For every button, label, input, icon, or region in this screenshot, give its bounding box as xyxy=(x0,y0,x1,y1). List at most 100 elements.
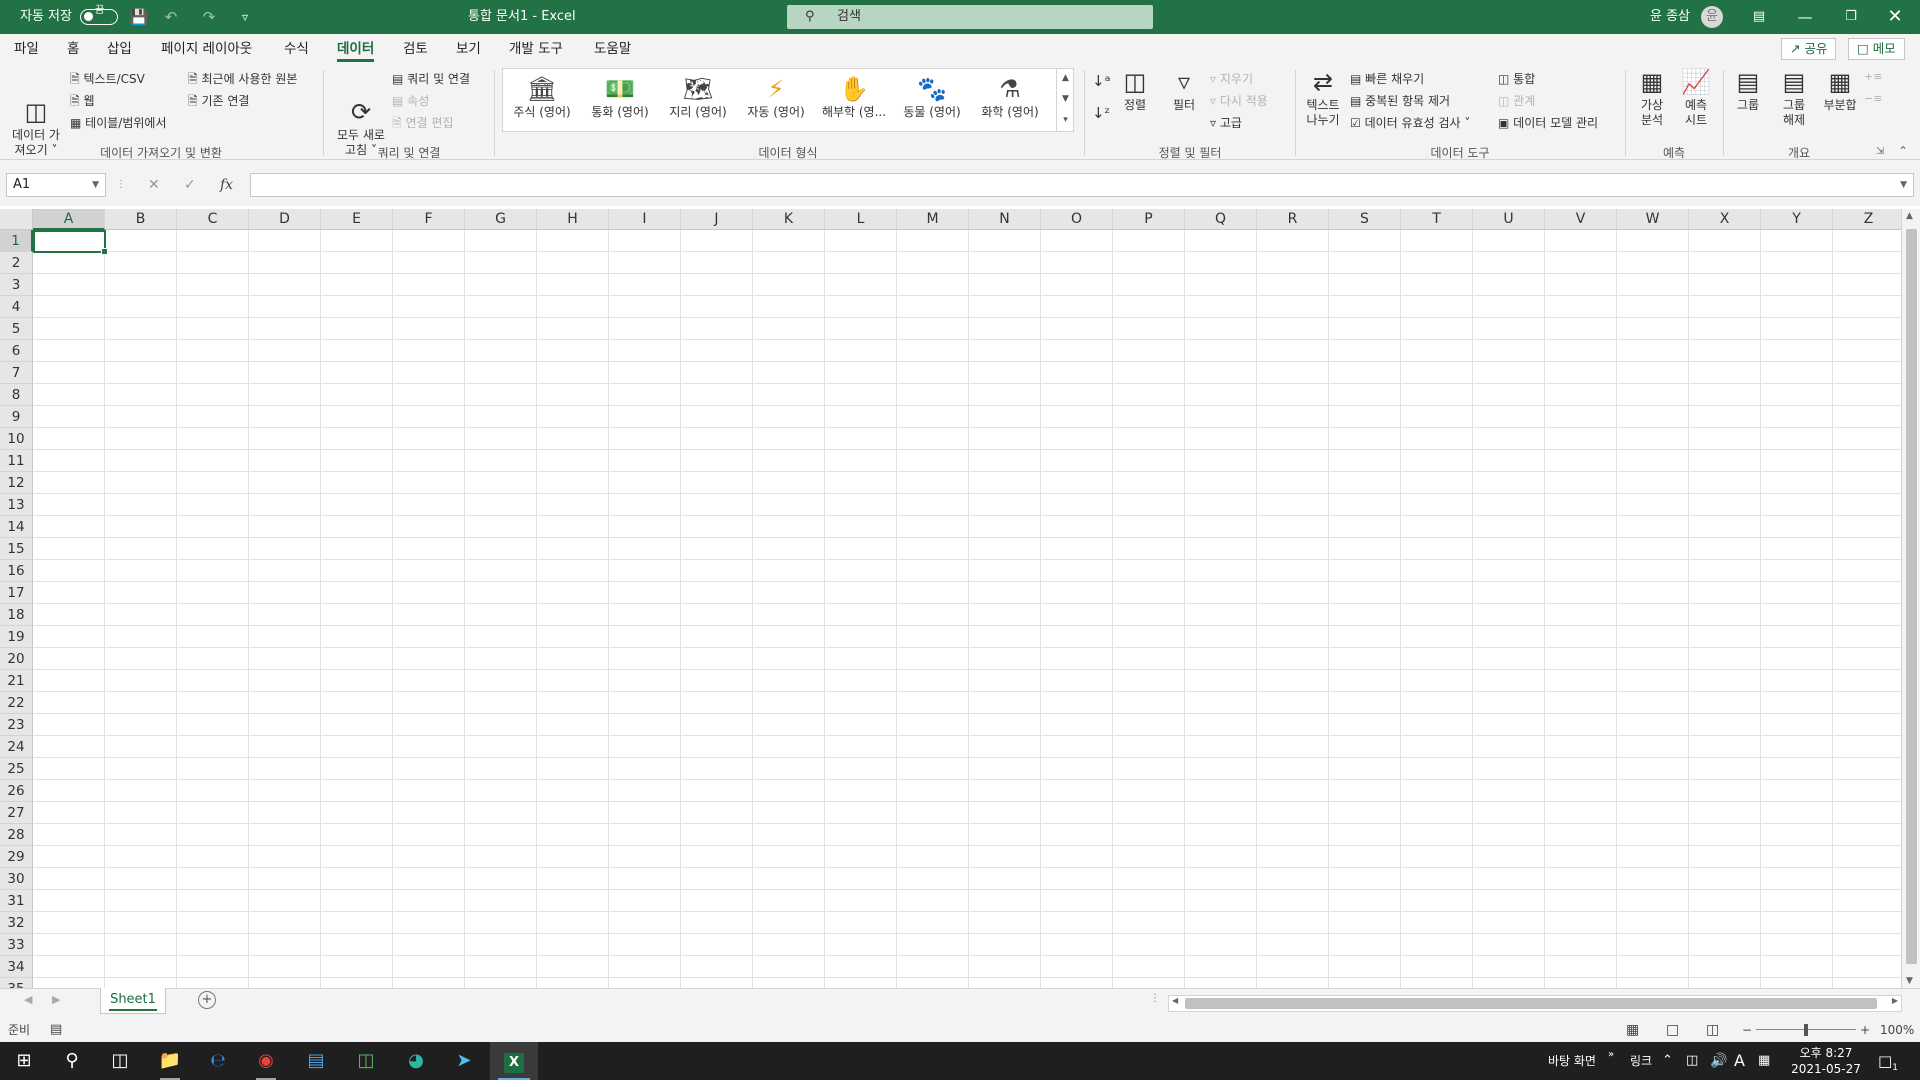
customize-quick-access-icon[interactable]: ▿ xyxy=(234,0,256,34)
expand-formula-icon[interactable]: ▼ xyxy=(1900,174,1907,196)
consolidate-button[interactable]: ◫ 통합 xyxy=(1498,70,1535,87)
internet-explorer-icon[interactable]: ℮ xyxy=(194,1042,242,1080)
row-header[interactable]: 11 xyxy=(0,450,33,472)
tab-data[interactable]: 데이터 xyxy=(337,34,375,64)
sort-az-icon[interactable]: ↓ᵃ xyxy=(1092,72,1110,90)
collapse-ribbon-icon[interactable]: ⌃ xyxy=(1898,144,1908,158)
text-to-columns-button[interactable]: ⇄ 텍스트 나누기 xyxy=(1300,68,1346,128)
clear-button[interactable]: ▿ 지우기 xyxy=(1210,70,1253,87)
row-header[interactable]: 14 xyxy=(0,516,33,538)
horizontal-scrollbar[interactable]: ◀ ▶ xyxy=(1168,995,1902,1012)
dialog-launcher-icon[interactable]: ⇲ xyxy=(1876,146,1884,157)
tab-file[interactable]: 파일 xyxy=(14,34,39,64)
horizontal-scroll-thumb[interactable] xyxy=(1185,998,1877,1009)
group-button[interactable]: ▤ 그룹 xyxy=(1728,68,1768,113)
battery-icon[interactable]: ◫ xyxy=(1686,1042,1698,1080)
column-header[interactable]: F xyxy=(393,209,465,230)
column-header[interactable]: E xyxy=(321,209,393,230)
row-header[interactable]: 3 xyxy=(0,274,33,296)
sort-button[interactable]: ◫ 정렬 xyxy=(1118,68,1152,113)
tray-expand-icon[interactable]: ⌃ xyxy=(1662,1042,1673,1080)
geography-type[interactable]: 🗺 지리 (영어) xyxy=(659,69,737,131)
splitter-icon[interactable]: ⋮ xyxy=(1150,993,1160,1004)
notification-icon[interactable]: □1 xyxy=(1878,1042,1898,1080)
row-header[interactable]: 4 xyxy=(0,296,33,318)
task-view-icon[interactable]: ◫ xyxy=(96,1042,144,1080)
search-box[interactable]: ⚲ 검색 xyxy=(787,5,1153,29)
column-header[interactable]: P xyxy=(1113,209,1185,230)
column-header[interactable]: Q xyxy=(1185,209,1257,230)
row-header[interactable]: 22 xyxy=(0,692,33,714)
prev-sheet-icon[interactable]: ◀ xyxy=(24,993,32,1006)
row-header[interactable]: 31 xyxy=(0,890,33,912)
row-header[interactable]: 2 xyxy=(0,252,33,274)
reapply-button[interactable]: ▿ 다시 적용 xyxy=(1210,92,1268,109)
queries-connections-button[interactable]: ▤ 쿼리 및 연결 xyxy=(392,70,470,87)
vertical-scroll-thumb[interactable] xyxy=(1906,229,1917,964)
row-header[interactable]: 21 xyxy=(0,670,33,692)
scroll-left-icon[interactable]: ◀ xyxy=(1172,996,1178,1005)
user-name[interactable]: 윤 종삼 xyxy=(1650,0,1690,34)
column-header[interactable]: T xyxy=(1401,209,1473,230)
column-header[interactable]: U xyxy=(1473,209,1545,230)
bird-app-icon[interactable]: ➤ xyxy=(440,1042,488,1080)
vertical-scrollbar[interactable]: ▲ ▼ xyxy=(1901,209,1920,988)
zoom-out-icon[interactable]: − xyxy=(1742,1018,1752,1042)
memo-button[interactable]: □ 메모 xyxy=(1848,38,1905,60)
row-header[interactable]: 27 xyxy=(0,802,33,824)
tab-help[interactable]: 도움말 xyxy=(594,34,631,64)
column-header[interactable]: B xyxy=(105,209,177,230)
accessibility-icon[interactable]: ▤ xyxy=(50,1018,62,1042)
column-header[interactable]: W xyxy=(1617,209,1689,230)
column-header[interactable]: I xyxy=(609,209,681,230)
row-header[interactable]: 15 xyxy=(0,538,33,560)
save-icon[interactable]: 💾 xyxy=(126,0,152,34)
relationships-button[interactable]: ◫ 관계 xyxy=(1498,92,1535,109)
chemistry-type[interactable]: ⚗ 화학 (영어) xyxy=(971,69,1049,131)
data-model-button[interactable]: ▣ 데이터 모델 관리 xyxy=(1498,114,1598,131)
gallery-up-icon[interactable]: ▲ xyxy=(1057,68,1074,89)
column-header[interactable]: V xyxy=(1545,209,1617,230)
column-header[interactable]: A xyxy=(33,209,105,230)
desktop-toolbar[interactable]: 바탕 화면 xyxy=(1548,1042,1596,1080)
row-header[interactable]: 24 xyxy=(0,736,33,758)
column-header[interactable]: H xyxy=(537,209,609,230)
filter-button[interactable]: ▿ 필터 xyxy=(1166,68,1202,113)
properties-button[interactable]: ▤ 속성 xyxy=(392,92,429,109)
what-if-button[interactable]: ▦ 가상 분석 xyxy=(1630,68,1674,128)
advanced-button[interactable]: ▿ 고급 xyxy=(1210,114,1242,131)
tab-view[interactable]: 보기 xyxy=(456,34,481,64)
gallery-more-icon[interactable]: ▾ xyxy=(1057,110,1074,131)
row-header[interactable]: 29 xyxy=(0,846,33,868)
column-header[interactable]: L xyxy=(825,209,897,230)
row-header[interactable]: 10 xyxy=(0,428,33,450)
column-header[interactable]: N xyxy=(969,209,1041,230)
insert-function-icon[interactable]: fx xyxy=(220,173,233,197)
scroll-down-icon[interactable]: ▼ xyxy=(1906,976,1913,986)
normal-view-icon[interactable]: ▦ xyxy=(1626,1018,1639,1042)
column-header[interactable]: G xyxy=(465,209,537,230)
edge-icon[interactable]: ◕ xyxy=(392,1042,440,1080)
row-header[interactable]: 13 xyxy=(0,494,33,516)
clock[interactable]: 오후 8:27 2021-05-27 xyxy=(1790,1042,1862,1080)
gallery-down-icon[interactable]: ▼ xyxy=(1057,89,1074,110)
column-header[interactable]: C xyxy=(177,209,249,230)
row-header[interactable]: 26 xyxy=(0,780,33,802)
row-header[interactable]: 25 xyxy=(0,758,33,780)
toolbar-expand-icon[interactable]: » xyxy=(1608,1036,1614,1074)
recent-sources-button[interactable]: 🗎 최근에 사용한 원본 xyxy=(188,70,297,91)
row-header[interactable]: 30 xyxy=(0,868,33,890)
automatic-type[interactable]: ⚡ 자동 (영어) xyxy=(737,69,815,131)
zoom-level[interactable]: 100% xyxy=(1880,1018,1914,1042)
formula-input[interactable]: ▼ xyxy=(250,173,1914,197)
row-header[interactable]: 28 xyxy=(0,824,33,846)
name-box[interactable]: A1 ▼ xyxy=(6,173,106,197)
network-app-icon[interactable]: ◫ xyxy=(342,1042,390,1080)
column-header[interactable]: S xyxy=(1329,209,1401,230)
row-header[interactable]: 8 xyxy=(0,384,33,406)
zoom-thumb[interactable] xyxy=(1804,1024,1808,1036)
column-header[interactable]: O xyxy=(1041,209,1113,230)
zoom-in-icon[interactable]: + xyxy=(1860,1018,1870,1042)
anatomy-type[interactable]: ✋ 해부학 (영... xyxy=(815,69,893,131)
file-explorer-icon[interactable]: 📁 xyxy=(146,1042,194,1080)
